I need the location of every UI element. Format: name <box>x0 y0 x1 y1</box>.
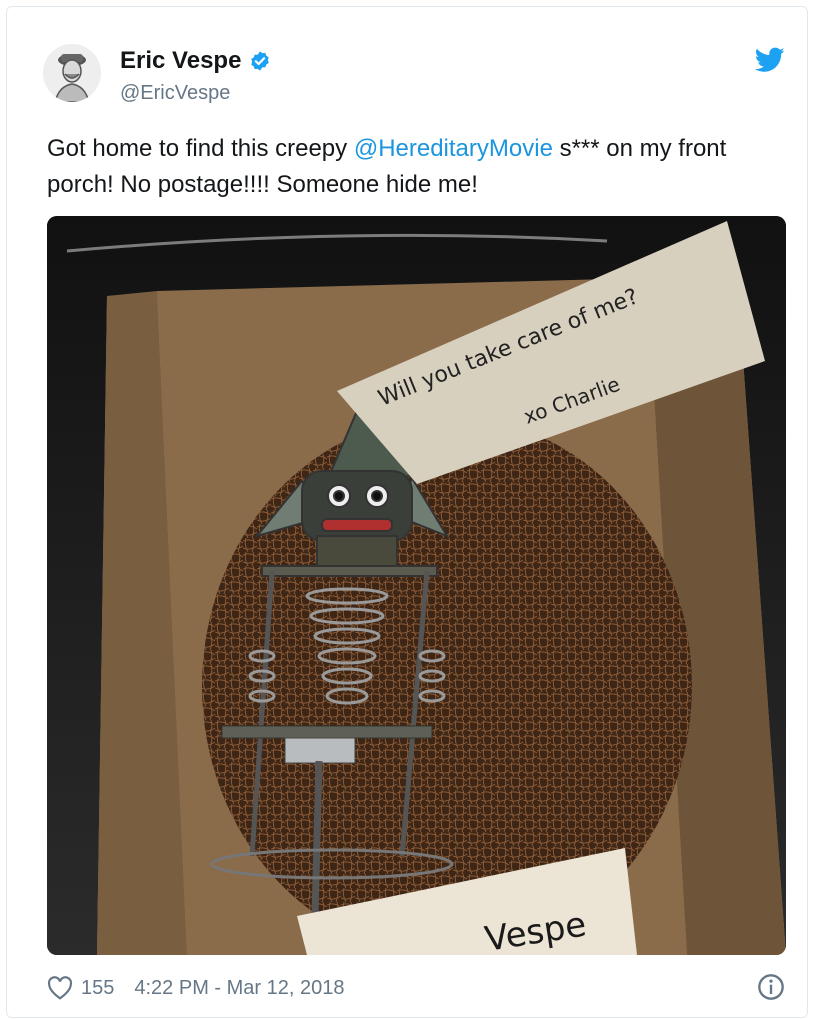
avatar-illustration <box>43 44 101 102</box>
display-name-row[interactable]: Eric Vespe <box>120 47 271 75</box>
like-count[interactable]: 155 <box>81 977 114 1000</box>
display-name[interactable]: Eric Vespe <box>120 47 241 75</box>
mention-link[interactable]: @HereditaryMovie <box>354 135 553 162</box>
info-icon[interactable] <box>757 973 785 1001</box>
tweet-card: Eric Vespe @EricVespe Got home to find t… <box>6 6 808 1018</box>
tweet-footer: 155 4:22 PM - Mar 12, 2018 <box>47 973 344 1003</box>
heart-icon[interactable] <box>47 976 73 1000</box>
timestamp[interactable]: 4:22 PM - Mar 12, 2018 <box>134 977 344 1000</box>
tweet-text-start: Got home to find this creepy <box>47 135 354 162</box>
user-handle[interactable]: @EricVespe <box>120 82 230 105</box>
verified-badge-icon <box>251 51 270 71</box>
tweet-photo[interactable]: Will you take care of me? xo Charlie Ves… <box>47 216 786 955</box>
avatar[interactable] <box>43 44 101 102</box>
photo-illustration: Will you take care of me? xo Charlie Ves… <box>47 216 786 955</box>
twitter-bird-icon[interactable] <box>755 47 785 73</box>
tweet-text: Got home to find this creepy @Hereditary… <box>47 131 792 203</box>
